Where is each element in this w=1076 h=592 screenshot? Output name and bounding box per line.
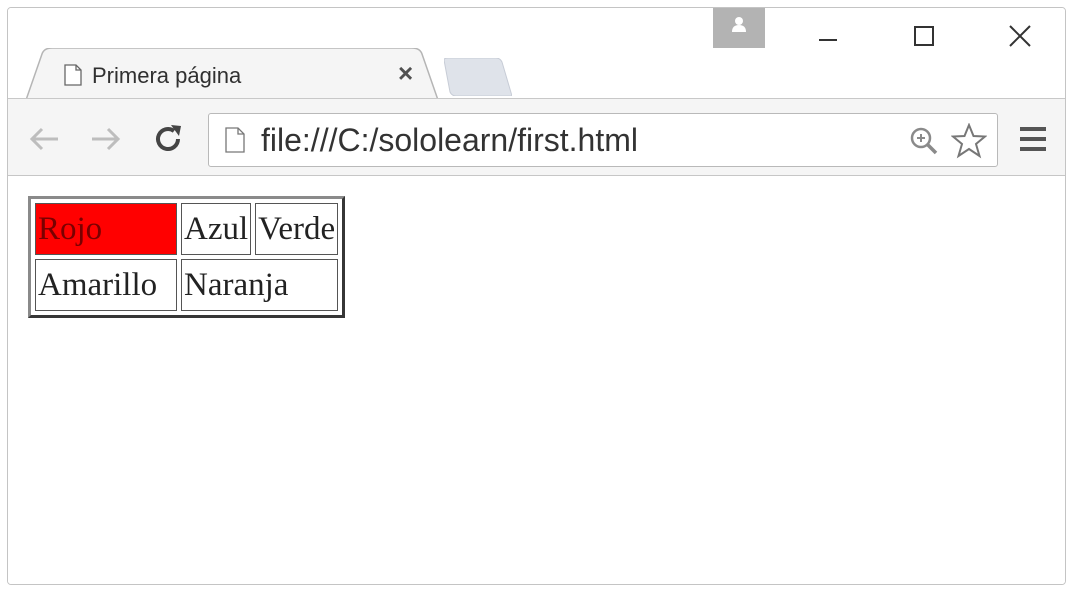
reload-icon [156,125,181,151]
page-icon [225,127,245,153]
menu-icon[interactable] [1020,126,1046,152]
star-icon[interactable] [951,123,987,159]
forward-icon [92,127,121,151]
page-content: Rojo Azul Verde Amarillo Naranja [8,176,1065,584]
maximize-button[interactable] [904,18,944,54]
tab-close-icon[interactable]: × [398,60,413,86]
tab-title: Primera página [92,63,242,88]
close-window-button[interactable] [1000,18,1040,54]
tab-primera-pagina[interactable]: Primera página × [26,48,438,100]
table-cell-amarillo: Amarillo [35,259,177,311]
zoom-icon[interactable] [909,126,939,156]
back-icon [29,127,58,151]
title-bar: Primera página × [8,8,1065,100]
table-row: Amarillo Naranja [35,259,339,311]
table-row: Rojo Azul Verde [35,203,339,255]
back-button[interactable] [24,119,64,159]
maximize-icon [914,26,934,46]
table-cell-rojo: Rojo [35,203,177,255]
browser-window: Primera página × file:///C:/sololearn/fi… [7,7,1066,585]
reload-button[interactable] [148,119,188,159]
new-tab-button[interactable] [444,58,512,96]
profile-button[interactable] [713,8,765,48]
url-text[interactable]: file:///C:/sololearn/first.html [261,122,638,159]
minimize-button[interactable] [808,18,848,54]
address-bar[interactable]: file:///C:/sololearn/first.html [208,113,998,167]
color-table: Rojo Azul Verde Amarillo Naranja [28,196,346,318]
page-icon [64,64,82,86]
profile-icon [732,17,746,32]
minimize-icon [819,39,837,41]
close-icon [1009,25,1031,47]
table-cell-naranja: Naranja [181,259,339,311]
forward-button[interactable] [86,119,126,159]
toolbar: file:///C:/sololearn/first.html [8,98,1065,176]
table-cell-verde: Verde [255,203,339,255]
table-cell-azul: Azul [181,203,252,255]
